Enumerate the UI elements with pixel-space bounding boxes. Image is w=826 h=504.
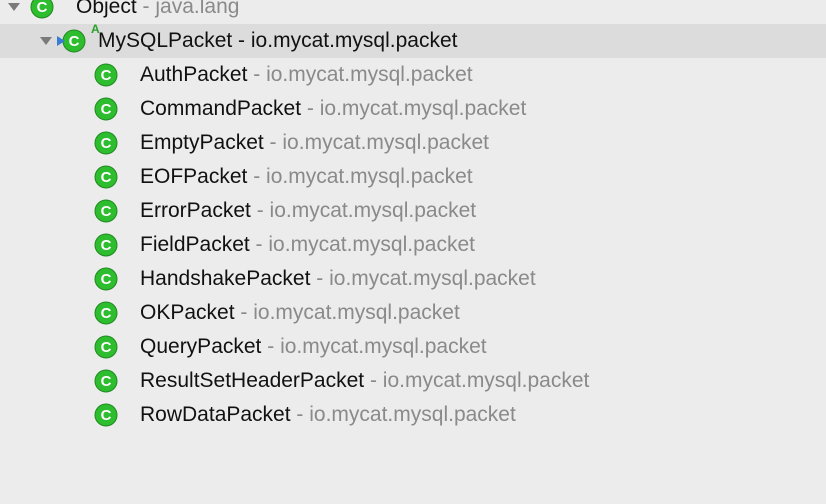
tree-row-child-class[interactable]: C EmptyPacket - io.mycat.mysql.packet: [0, 126, 826, 160]
package-name: io.mycat.mysql.packet: [382, 369, 590, 392]
tree-row-label: FieldPacket - io.mycat.mysql.packet: [140, 233, 475, 257]
tree-row-label: QueryPacket - io.mycat.mysql.packet: [140, 335, 487, 359]
svg-text:C: C: [101, 169, 112, 186]
child-class-list: C AuthPacket - io.mycat.mysql.packet C C…: [0, 58, 826, 432]
svg-text:C: C: [101, 237, 112, 254]
class-name: ResultSetHeaderPacket: [140, 369, 365, 392]
class-name: OKPacket: [140, 301, 235, 324]
class-icon: C: [30, 0, 54, 19]
package-name: io.mycat.mysql.packet: [329, 267, 536, 290]
tree-row-label: ErrorPacket - io.mycat.mysql.packet: [140, 199, 476, 223]
package-name: io.mycat.mysql.packet: [309, 403, 516, 426]
tree-row-label: HandshakePacket - io.mycat.mysql.packet: [140, 267, 536, 291]
class-icon: C: [94, 233, 118, 257]
package-name: io.mycat.mysql.packet: [266, 165, 473, 188]
package-name: io.mycat.mysql.packet: [282, 131, 489, 154]
tree-row-object[interactable]: C Object - java.lang: [0, 0, 826, 24]
tree-row-child-class[interactable]: C RowDataPacket - io.mycat.mysql.packet: [0, 398, 826, 432]
name-separator: -: [261, 335, 281, 358]
name-separator: -: [234, 301, 254, 324]
class-name: EOFPacket: [140, 165, 248, 188]
svg-text:C: C: [101, 305, 112, 322]
tree-row-label: Object - java.lang: [76, 0, 239, 19]
class-icon: C: [94, 165, 118, 189]
svg-text:C: C: [37, 0, 48, 16]
name-separator: -: [232, 29, 251, 52]
class-icon: C: [94, 403, 118, 427]
tree-row-child-class[interactable]: C HandshakePacket - io.mycat.mysql.packe…: [0, 262, 826, 296]
class-name: Object: [76, 0, 137, 18]
tree-row-label: AuthPacket - io.mycat.mysql.packet: [140, 63, 473, 87]
class-icon: C: [94, 335, 118, 359]
class-name: RowDataPacket: [140, 403, 291, 426]
svg-text:C: C: [101, 203, 112, 220]
tree-row-child-class[interactable]: C ResultSetHeaderPacket - io.mycat.mysql…: [0, 364, 826, 398]
svg-text:C: C: [101, 135, 112, 152]
tree-row-child-class[interactable]: C EOFPacket - io.mycat.mysql.packet: [0, 160, 826, 194]
svg-text:C: C: [101, 407, 112, 424]
class-icon: C: [94, 301, 118, 325]
name-separator: -: [136, 0, 156, 18]
class-name: MySQLPacket: [98, 29, 233, 52]
abstract-mark: A: [91, 22, 100, 36]
svg-text:C: C: [101, 67, 112, 84]
tree-row-label: ResultSetHeaderPacket - io.mycat.mysql.p…: [140, 369, 589, 393]
name-separator: -: [290, 403, 310, 426]
tree-row-label: RowDataPacket - io.mycat.mysql.packet: [140, 403, 516, 427]
svg-text:C: C: [69, 33, 80, 50]
class-icon: C: [94, 199, 118, 223]
tree-row-child-class[interactable]: C ErrorPacket - io.mycat.mysql.packet: [0, 194, 826, 228]
expand-arrow-icon[interactable]: [38, 33, 54, 49]
tree-row-label: EmptyPacket - io.mycat.mysql.packet: [140, 131, 489, 155]
tree-row-child-class[interactable]: C QueryPacket - io.mycat.mysql.packet: [0, 330, 826, 364]
expand-arrow-icon[interactable]: [6, 0, 22, 15]
tree-row-child-class[interactable]: C FieldPacket - io.mycat.mysql.packet: [0, 228, 826, 262]
class-icon: C: [94, 369, 118, 393]
class-icon: C: [94, 131, 118, 155]
package-name: io.mycat.mysql.packet: [319, 97, 527, 120]
name-separator: -: [247, 165, 267, 188]
tree-row-child-class[interactable]: C OKPacket - io.mycat.mysql.packet: [0, 296, 826, 330]
class-name: CommandPacket: [140, 97, 302, 120]
name-separator: -: [247, 63, 267, 86]
package-name: java.lang: [155, 0, 240, 18]
svg-text:C: C: [101, 101, 112, 118]
name-separator: -: [249, 233, 269, 256]
package-name: io.mycat.mysql.packet: [268, 233, 475, 256]
class-name: ErrorPacket: [140, 199, 251, 222]
class-name: FieldPacket: [140, 233, 250, 256]
class-name: QueryPacket: [140, 335, 262, 358]
package-name: io.mycat.mysql.packet: [269, 199, 477, 222]
tree-row-child-class[interactable]: C CommandPacket - io.mycat.mysql.packet: [0, 92, 826, 126]
name-separator: -: [364, 369, 383, 392]
package-name: io.mycat.mysql.packet: [250, 29, 458, 52]
tree-row-mysqlpacket[interactable]: C A MySQLPacket - io.mycat.mysql.packet: [0, 23, 826, 58]
tree-row-label: EOFPacket - io.mycat.mysql.packet: [140, 165, 473, 189]
name-separator: -: [263, 131, 283, 154]
name-separator: -: [310, 267, 330, 290]
class-icon: C: [94, 97, 118, 121]
class-name: HandshakePacket: [140, 267, 311, 290]
run-marker-icon: [56, 35, 66, 47]
class-name: AuthPacket: [140, 63, 248, 86]
class-icon: C: [94, 267, 118, 291]
tree-row-child-class[interactable]: C AuthPacket - io.mycat.mysql.packet: [0, 58, 826, 92]
package-name: io.mycat.mysql.packet: [280, 335, 487, 358]
svg-text:C: C: [101, 271, 112, 288]
class-name: EmptyPacket: [140, 131, 264, 154]
name-separator: -: [250, 199, 270, 222]
svg-text:C: C: [101, 339, 112, 356]
class-icon: C: [94, 63, 118, 87]
package-name: io.mycat.mysql.packet: [266, 63, 473, 86]
svg-text:C: C: [101, 373, 112, 390]
tree-row-label: CommandPacket - io.mycat.mysql.packet: [140, 97, 526, 121]
tree-row-label: MySQLPacket - io.mycat.mysql.packet: [98, 29, 457, 53]
package-name: io.mycat.mysql.packet: [253, 301, 460, 324]
type-hierarchy-tree: C Object - java.lang C A MySQLPacket - i…: [0, 0, 826, 432]
name-separator: -: [301, 97, 320, 120]
abstract-class-icon: C A: [57, 23, 100, 53]
tree-row-label: OKPacket - io.mycat.mysql.packet: [140, 301, 460, 325]
